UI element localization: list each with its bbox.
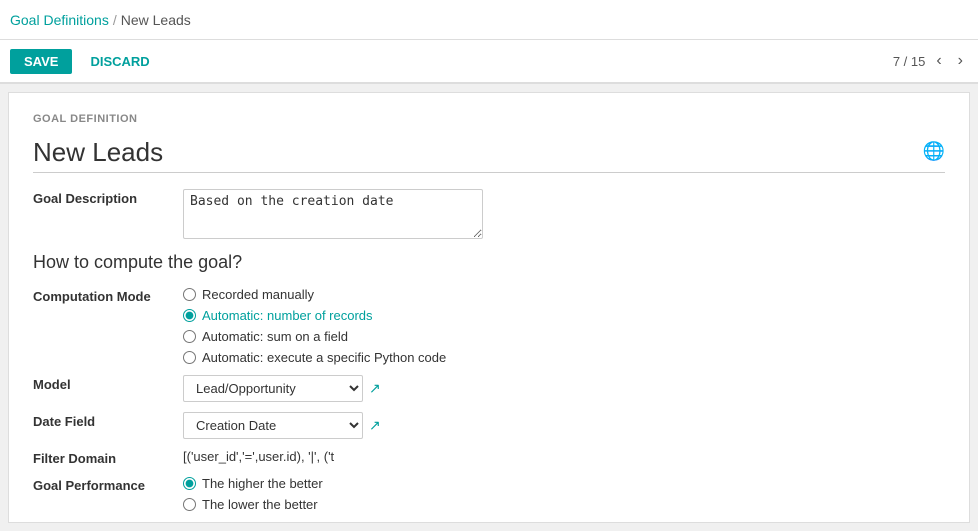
breadcrumb: Goal Definitions / New Leads [10,12,968,28]
nav-controls: 7 / 15 ‹ › [893,50,968,72]
date-field-row: Date Field Creation Date ↗ [33,412,945,439]
goal-title-input[interactable] [33,137,945,168]
goal-description-textarea[interactable] [183,189,483,239]
radio-manual-label: Recorded manually [202,287,314,302]
nav-counter: 7 / 15 [893,54,926,69]
radio-higher[interactable] [183,477,196,490]
filter-domain-value: [('user_id','=',user.id), '|', ('t [183,449,945,464]
filter-domain-label: Filter Domain [33,449,163,466]
computation-mode-label: Computation Mode [33,287,163,304]
goal-performance-options: The higher the better The lower the bett… [183,476,945,512]
radio-lower[interactable] [183,498,196,511]
title-row: 🌐 [33,137,945,173]
computation-mode-options: Recorded manually Automatic: number of r… [183,287,945,365]
model-row: Model Lead/Opportunity ↗ [33,375,945,402]
radio-auto-count[interactable] [183,309,196,322]
prev-button[interactable]: ‹ [931,50,946,72]
radio-option-manual[interactable]: Recorded manually [183,287,945,302]
radio-group-computation: Recorded manually Automatic: number of r… [183,287,945,365]
date-field-external-link-icon[interactable]: ↗ [369,417,381,434]
goal-description-label: Goal Description [33,189,163,206]
main-content: Goal Definition 🌐 Goal Description How t… [8,92,970,523]
radio-option-auto-count[interactable]: Automatic: number of records [183,308,945,323]
radio-lower-label: The lower the better [202,497,318,512]
model-external-link-icon[interactable]: ↗ [369,380,381,397]
radio-option-auto-sum[interactable]: Automatic: sum on a field [183,329,945,344]
next-button[interactable]: › [953,50,968,72]
radio-option-higher[interactable]: The higher the better [183,476,945,491]
computation-mode-row: Computation Mode Recorded manually Autom… [33,287,945,365]
radio-manual[interactable] [183,288,196,301]
discard-button[interactable]: DISCARD [80,49,159,74]
radio-higher-label: The higher the better [202,476,323,491]
section-label: Goal Definition [33,113,945,125]
radio-auto-python-label: Automatic: execute a specific Python cod… [202,350,446,365]
filter-domain-text: [('user_id','=',user.id), '|', ('t [183,447,334,464]
compute-heading: How to compute the goal? [33,252,945,273]
radio-option-lower[interactable]: The lower the better [183,497,945,512]
filter-domain-row: Filter Domain [('user_id','=',user.id), … [33,449,945,466]
goal-description-value [183,189,945,242]
goal-performance-label: Goal Performance [33,476,163,493]
date-field-select[interactable]: Creation Date [183,412,363,439]
model-label: Model [33,375,163,392]
save-button[interactable]: SAVE [10,49,72,74]
radio-auto-sum-label: Automatic: sum on a field [202,329,348,344]
breadcrumb-parent[interactable]: Goal Definitions [10,12,109,28]
model-select[interactable]: Lead/Opportunity [183,375,363,402]
model-select-row: Lead/Opportunity ↗ [183,375,945,402]
breadcrumb-separator: / [113,12,117,28]
top-bar: Goal Definitions / New Leads [0,0,978,40]
action-bar: SAVE DISCARD 7 / 15 ‹ › [0,40,978,84]
radio-auto-python[interactable] [183,351,196,364]
goal-description-row: Goal Description [33,189,945,242]
breadcrumb-current: New Leads [121,12,191,28]
radio-auto-sum[interactable] [183,330,196,343]
date-field-label: Date Field [33,412,163,429]
globe-icon: 🌐 [923,141,945,162]
radio-option-auto-python[interactable]: Automatic: execute a specific Python cod… [183,350,945,365]
radio-group-performance: The higher the better The lower the bett… [183,476,945,512]
date-field-select-row: Creation Date ↗ [183,412,945,439]
radio-auto-count-label: Automatic: number of records [202,308,373,323]
goal-performance-row: Goal Performance The higher the better T… [33,476,945,512]
